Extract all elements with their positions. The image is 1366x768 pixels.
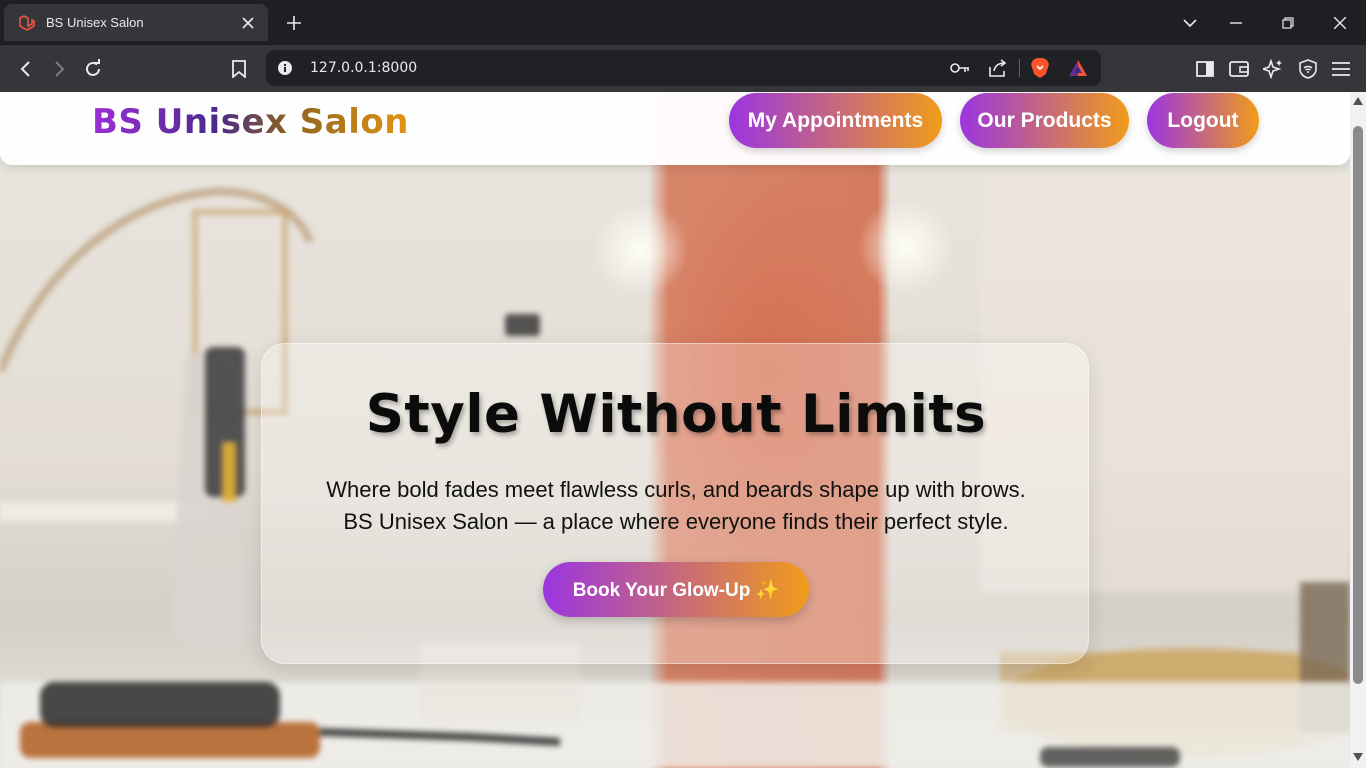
our-products-button[interactable]: Our Products: [960, 93, 1129, 148]
hero-tagline-line1: Where bold fades meet flawless curls, an…: [326, 477, 1026, 502]
book-glow-up-button[interactable]: Book Your Glow-Up ✨: [543, 562, 809, 617]
sidebar-icon[interactable]: [1192, 56, 1218, 82]
bookmark-icon[interactable]: [226, 56, 252, 82]
address-bar[interactable]: 127.0.0.1:8000: [266, 50, 1101, 86]
hero-tagline-line2: BS Unisex Salon — a place where everyone…: [343, 509, 1009, 534]
restore-icon[interactable]: [1264, 0, 1312, 45]
browser-tab-strip: BS Unisex Salon: [0, 0, 1366, 45]
scrollbar-thumb[interactable]: [1353, 126, 1363, 684]
hero-heading: Style Without Limits: [365, 384, 987, 445]
wallet-icon[interactable]: [1226, 56, 1252, 82]
brave-rewards-icon[interactable]: [1067, 57, 1089, 79]
laravel-favicon: [18, 14, 36, 32]
menu-icon[interactable]: [1328, 56, 1354, 82]
page-viewport: BS Unisex Salon My Appointments Our Prod…: [0, 92, 1350, 768]
leo-ai-icon[interactable]: [1260, 56, 1286, 82]
plus-icon[interactable]: [282, 11, 306, 35]
close-icon[interactable]: [238, 13, 258, 33]
info-icon[interactable]: [274, 57, 296, 79]
minimize-icon[interactable]: [1212, 0, 1260, 45]
site-logo[interactable]: BS Unisex Salon: [92, 102, 409, 142]
my-appointments-button[interactable]: My Appointments: [729, 93, 942, 148]
forward-icon[interactable]: [46, 56, 72, 82]
back-icon[interactable]: [13, 56, 39, 82]
scroll-up-icon[interactable]: [1353, 96, 1363, 106]
browser-toolbar: 127.0.0.1:8000: [0, 45, 1366, 92]
url-text[interactable]: 127.0.0.1:8000: [310, 50, 417, 86]
chevron-down-icon[interactable]: [1166, 0, 1214, 45]
tab-title: BS Unisex Salon: [46, 15, 144, 30]
brave-shield-icon[interactable]: [1029, 57, 1051, 79]
window-close-icon[interactable]: [1316, 0, 1364, 45]
page-scrollbar[interactable]: [1350, 92, 1366, 768]
site-navbar: BS Unisex Salon My Appointments Our Prod…: [0, 92, 1350, 165]
hero-card: Style Without Limits Where bold fades me…: [261, 343, 1089, 664]
scroll-down-icon[interactable]: [1353, 752, 1363, 762]
reload-icon[interactable]: [80, 56, 106, 82]
browser-tab[interactable]: BS Unisex Salon: [4, 4, 268, 41]
share-icon[interactable]: [987, 57, 1009, 79]
key-icon[interactable]: [949, 57, 971, 79]
vpn-icon[interactable]: [1295, 56, 1321, 82]
logout-button[interactable]: Logout: [1147, 93, 1259, 148]
omnibox-separator: [1019, 59, 1020, 77]
